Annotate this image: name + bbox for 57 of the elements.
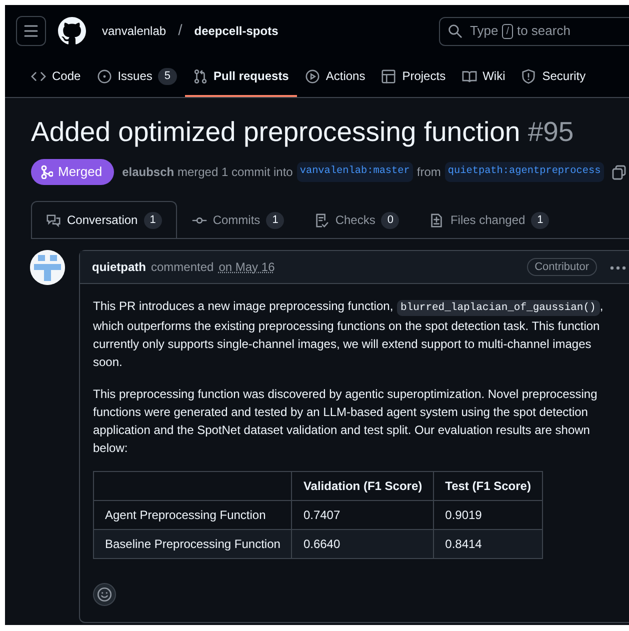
pull-request-icon: [192, 68, 208, 84]
count-label: 1: [266, 212, 284, 228]
count-label: 0: [381, 212, 400, 228]
head-branch-link[interactable]: quietpath:agentpreprocess: [444, 162, 604, 182]
role-label: Contributor: [526, 258, 597, 276]
checklist-icon: [314, 212, 330, 228]
column-header: Validation (F1 Score): [292, 472, 434, 500]
search-icon: [448, 24, 462, 38]
pull-request-title: Added optimized preprocessing function #95: [30, 115, 575, 149]
file-diff-icon: [429, 212, 444, 228]
repo-tab[interactable]: Code: [23, 57, 89, 97]
table-icon: [381, 68, 396, 84]
merge-summary: elaubsch merged 1 commit into: [122, 164, 293, 181]
comment-paragraph: This PR introduces a new image preprocessing function, blurred_laplacian_of_gaussian() , which outperforms the existing preprocessing functions on the spot detection task. This function currently only supports single-channel images, we will extend support to multi-channel images soon.: [93, 298, 604, 371]
add-reaction-button[interactable]: [93, 583, 116, 606]
shield-icon: [521, 68, 536, 84]
search-field[interactable]: Type / to search: [439, 16, 629, 46]
from-label: from: [416, 164, 441, 181]
column-header: Test (F1 Score): [434, 472, 542, 500]
more-options-icon: [610, 266, 626, 270]
book-icon: [462, 68, 477, 84]
count-label: 1: [144, 212, 162, 228]
comment-action: commented: [151, 259, 214, 276]
pr-tab[interactable]: Commits 1: [176, 201, 300, 238]
menu-button[interactable]: [16, 16, 46, 46]
menu-icon: [24, 25, 38, 37]
smiley-icon: [97, 587, 112, 602]
base-branch-link[interactable]: vanvalenlab:master: [296, 162, 413, 182]
repo-tab[interactable]: Projects: [373, 57, 454, 97]
comment-date-link[interactable]: on May 16: [218, 258, 275, 276]
copy-icon: [612, 165, 626, 180]
path-separator: /: [178, 20, 182, 41]
comment-author-link[interactable]: quietpath: [92, 258, 146, 276]
repo-tab[interactable]: Security: [513, 57, 594, 97]
comment-paragraph: This preprocessing function was discovered by agentic superoptimization. Novel preprocessing functions were generated and tested by an LLM-based agent system using the spot detection application and the SpotNet dataset validation and test split. Our evaluation results are shown below:: [93, 386, 598, 457]
repo-tab[interactable]: Actions: [296, 57, 374, 97]
merge-icon: [41, 165, 53, 179]
table-cell: 0.6640: [292, 530, 434, 558]
play-icon: [304, 68, 320, 84]
pr-tab[interactable]: Checks 0: [299, 201, 414, 238]
state-label: Merged: [31, 159, 114, 185]
circle-dot-icon: [96, 68, 112, 84]
copy-button[interactable]: [612, 163, 626, 181]
repo-owner-link[interactable]: vanvalenlab: [102, 22, 166, 40]
chat-icon: [46, 212, 61, 228]
pr-tab[interactable]: Conversation 1: [31, 201, 177, 238]
table-cell: Baseline Preprocessing Function: [94, 530, 292, 558]
repo-tab[interactable]: Wiki: [454, 57, 514, 97]
count-label: 1: [531, 212, 550, 228]
repo-tab[interactable]: Issues 5: [88, 57, 184, 97]
table-cell: 0.8414: [434, 530, 542, 558]
user-avatar[interactable]: [30, 250, 65, 285]
pr-tab[interactable]: Files changed 1: [414, 201, 564, 238]
count-label: 5: [158, 68, 176, 84]
octocat-logo-icon[interactable]: [58, 17, 86, 45]
repo-tab[interactable]: Pull requests: [184, 57, 297, 97]
repo-name-link[interactable]: deepcell-spots: [194, 22, 278, 40]
